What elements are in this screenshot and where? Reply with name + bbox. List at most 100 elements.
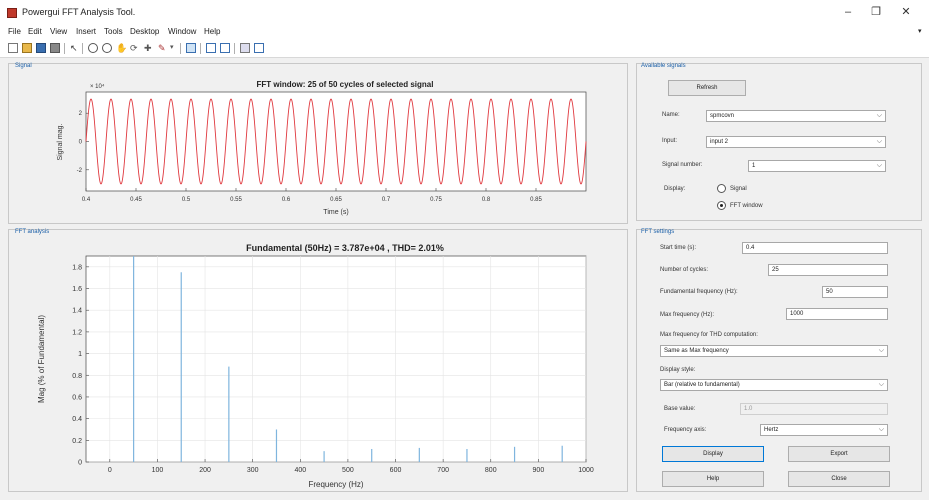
fft-bar: [228, 366, 230, 462]
fft-x-tick-label: 600: [390, 467, 402, 474]
chevron-down-icon: ⌵: [876, 138, 882, 145]
signal-x-tick-label: 0.85: [530, 197, 542, 203]
maximize-button[interactable]: ❐: [866, 5, 886, 19]
max-frequency-label: Max frequency (Hz):: [660, 312, 715, 318]
max-frequency-field[interactable]: 1000: [786, 308, 888, 320]
frequency-axis-select[interactable]: Hertz ⌵: [760, 424, 888, 436]
insert-legend-icon[interactable]: [220, 43, 230, 53]
fft-y-tick-label: 1.8: [72, 264, 82, 271]
fft-axes-box: [85, 255, 587, 463]
fft-x-label: Frequency (Hz): [308, 480, 363, 489]
fft-y-label: Mag (% of Fundamental): [37, 315, 46, 403]
display-style-select[interactable]: Bar (relative to fundamental) ⌵: [660, 379, 888, 391]
hide-plot-tools-icon[interactable]: [240, 43, 250, 53]
signal-number-select[interactable]: 1 ⌵: [748, 160, 886, 172]
menu-overflow-arrow-icon[interactable]: ▾: [918, 27, 922, 35]
frequency-axis-label: Frequency axis:: [664, 427, 707, 433]
name-label: Name:: [662, 112, 680, 118]
chevron-down-icon: ⌵: [876, 112, 882, 119]
brush-icon[interactable]: ✎: [158, 43, 168, 53]
title-bar: Powergui FFT Analysis Tool. – ❐ ✕: [0, 0, 929, 26]
close-button[interactable]: Close: [788, 471, 890, 487]
fft-y-tick-label: 1.6: [72, 286, 82, 293]
fft-bar: [371, 448, 373, 462]
fft-y-tick-label: 0.2: [72, 438, 82, 445]
cycles-label: Number of cycles:: [660, 267, 709, 273]
print-icon[interactable]: [50, 43, 60, 53]
menu-tools[interactable]: Tools: [104, 27, 123, 36]
thd-frequency-value: Same as Max frequency: [664, 348, 729, 354]
signal-radio-label: Signal: [730, 186, 747, 192]
minimize-button[interactable]: –: [838, 5, 858, 19]
zoom-out-icon[interactable]: [102, 43, 112, 53]
start-time-field[interactable]: 0.4: [742, 242, 888, 254]
menu-insert[interactable]: Insert: [76, 27, 96, 36]
fft-bar: [275, 429, 278, 462]
fft-y-tick-label: 1.4: [72, 308, 82, 315]
insert-colorbar-icon[interactable]: [206, 43, 216, 53]
menu-window[interactable]: Window: [168, 27, 196, 36]
thd-frequency-select[interactable]: Same as Max frequency ⌵: [660, 345, 888, 357]
fft-y-tick-label: 0.4: [72, 416, 82, 423]
fundamental-frequency-field[interactable]: 50: [822, 286, 888, 298]
fft-x-tick-label: 0: [108, 467, 112, 474]
menu-desktop[interactable]: Desktop: [130, 27, 159, 36]
menu-help[interactable]: Help: [204, 27, 220, 36]
edit-plot-icon[interactable]: ↖: [70, 43, 80, 53]
toolbar-separator: [82, 43, 83, 54]
help-button[interactable]: Help: [662, 471, 764, 487]
signal-y-tick-label: 2: [79, 111, 83, 117]
fft-y-tick-label: 1.2: [72, 329, 82, 336]
rotate-icon[interactable]: ⟳: [130, 43, 140, 53]
input-select[interactable]: input 2 ⌵: [706, 136, 886, 148]
fft-bar: [180, 272, 182, 462]
cycles-field[interactable]: 25: [768, 264, 888, 276]
signal-y-tick-label: 0: [79, 140, 83, 146]
fft-x-tick-label: 700: [437, 467, 449, 474]
fft-bar: [513, 446, 516, 462]
menu-view[interactable]: View: [50, 27, 67, 36]
signal-x-tick-label: 0.65: [330, 197, 342, 203]
menu-edit[interactable]: Edit: [28, 27, 42, 36]
signal-y-tick-label: -2: [77, 168, 83, 174]
toolbar-separator: [200, 43, 201, 54]
signal-radio[interactable]: [717, 184, 726, 193]
menu-file[interactable]: File: [8, 27, 21, 36]
pan-icon[interactable]: ✋: [116, 43, 127, 53]
chevron-down-icon: ⌵: [878, 381, 884, 388]
save-icon[interactable]: [36, 43, 46, 53]
new-figure-icon[interactable]: [8, 43, 18, 53]
available-signals-title: Available signals: [641, 63, 686, 69]
refresh-button[interactable]: Refresh: [668, 80, 746, 96]
signal-plot-title: FFT window: 25 of 50 cycles of selected …: [257, 80, 434, 89]
base-value-label: Base value:: [664, 406, 696, 412]
data-cursor-icon[interactable]: ✚: [144, 43, 154, 53]
chevron-down-icon: ⌵: [878, 347, 884, 354]
name-select[interactable]: spmcovn ⌵: [706, 110, 886, 122]
fft-window-radio[interactable]: [717, 201, 726, 210]
close-window-button[interactable]: ✕: [896, 5, 916, 19]
toolbar-separator: [234, 43, 235, 54]
display-label: Display:: [664, 186, 686, 192]
signal-x-label: Time (s): [323, 209, 348, 216]
signal-x-tick-label: 0.75: [430, 197, 442, 203]
fft-x-tick-label: 800: [485, 467, 497, 474]
menu-bar: File Edit View Insert Tools Desktop Wind…: [0, 26, 929, 40]
link-plot-icon[interactable]: [186, 43, 196, 53]
signal-y-exponent: × 10⁴: [90, 83, 105, 90]
fft-x-tick-label: 100: [152, 467, 164, 474]
zoom-in-icon[interactable]: [88, 43, 98, 53]
signal-plot: FFT window: 25 of 50 cycles of selected …: [57, 80, 587, 216]
display-button[interactable]: Display: [662, 446, 764, 462]
export-button[interactable]: Export: [788, 446, 890, 462]
brush-dropdown-icon[interactable]: ▾: [170, 43, 180, 53]
toolbar-separator: [64, 43, 65, 54]
input-select-value: input 2: [710, 139, 729, 145]
fft-bar: [418, 447, 420, 462]
fft-bar: [561, 445, 563, 462]
show-plot-tools-icon[interactable]: [254, 43, 264, 53]
fft-plot: Fundamental (50Hz) = 3.787e+04 , THD= 2.…: [37, 243, 594, 489]
toolbar-separator: [180, 43, 181, 54]
fft-window-radio-label: FFT window: [730, 203, 763, 209]
open-file-icon[interactable]: [22, 43, 32, 53]
